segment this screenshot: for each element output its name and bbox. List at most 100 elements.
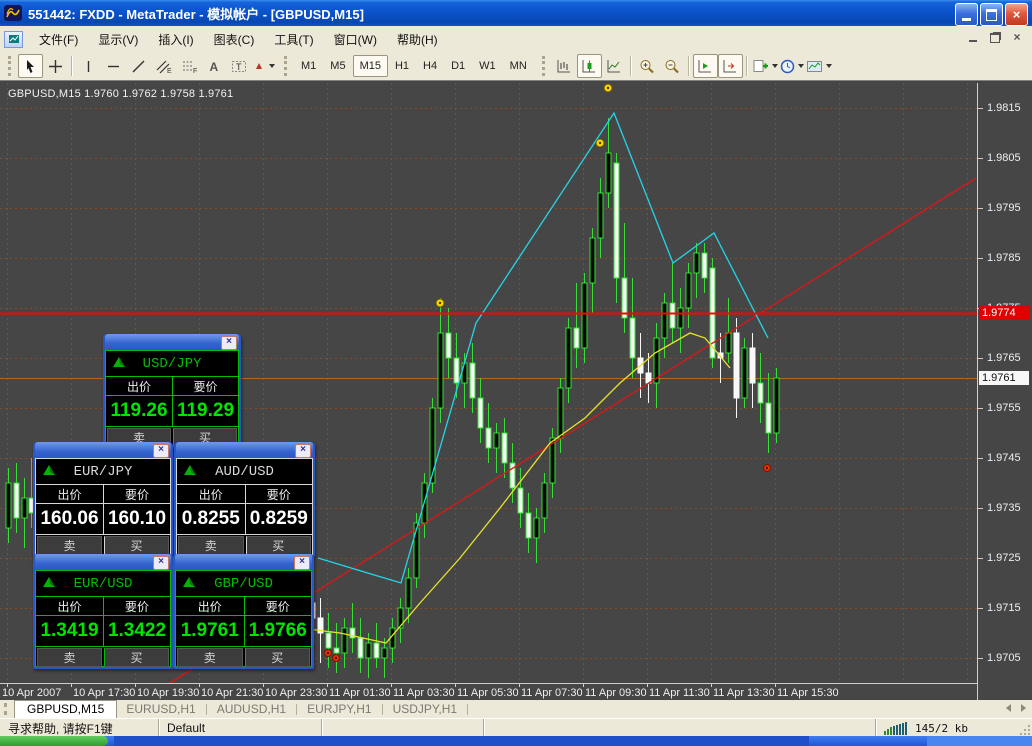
menu-帮助h[interactable]: 帮助(H) — [387, 30, 448, 50]
text-tool-button[interactable]: A — [201, 54, 226, 78]
sell-button[interactable]: 卖 — [37, 536, 102, 555]
timeframe-mn-button[interactable]: MN — [503, 55, 534, 77]
tab-scroll-left-icon[interactable] — [1006, 704, 1011, 712]
timeframe-w1-button[interactable]: W1 — [472, 55, 503, 77]
toolbar-grip[interactable] — [284, 56, 290, 76]
quote-title-bar[interactable]: × — [105, 334, 239, 350]
svg-text:T: T — [236, 62, 242, 72]
vertical-line-tool-button[interactable] — [76, 54, 101, 78]
timeframe-h1-button[interactable]: H1 — [388, 55, 416, 77]
quote-window-gbpusd[interactable]: × GBP/USD 出价 要价 1.9761 1.9766 卖 买 — [173, 554, 314, 669]
menu-显示v[interactable]: 显示(V) — [88, 30, 148, 50]
status-connection: 145/2 kb — [876, 719, 1032, 737]
child-minimize-button[interactable] — [966, 31, 980, 44]
bid-value: 119.26 — [110, 400, 168, 421]
quote-logo-icon — [42, 464, 56, 481]
time-tick-label: 10 Apr 21:30 — [201, 687, 264, 699]
zoom-out-button[interactable] — [660, 54, 685, 78]
menu-窗口w[interactable]: 窗口(W) — [324, 30, 387, 50]
tab-gbpusd-m15[interactable]: GBPUSD,M15 — [14, 700, 118, 718]
quote-logo-icon — [42, 576, 56, 593]
close-button[interactable]: × — [1005, 3, 1028, 26]
equidistant-channel-tool-button[interactable]: E — [151, 54, 176, 78]
status-bar: 寻求帮助, 请按F1键 Default 145/2 kb — [0, 718, 1032, 737]
child-close-button[interactable]: × — [1010, 31, 1024, 44]
buy-button[interactable]: 买 — [104, 536, 169, 555]
quote-window-eurusd[interactable]: × EUR/USD 出价 要价 1.3419 1.3422 卖 买 — [33, 554, 173, 669]
quote-pair-label: USD/JPY — [142, 355, 202, 372]
time-tick-label: 11 Apr 13:30 — [713, 687, 775, 699]
toolbar-grip[interactable] — [8, 56, 14, 76]
tabbar-grip[interactable] — [4, 703, 10, 715]
sell-button[interactable]: 卖 — [37, 648, 102, 667]
quote-title-bar[interactable]: × — [35, 442, 171, 458]
periods-button[interactable] — [779, 54, 805, 78]
toolbar-grip[interactable] — [541, 56, 548, 76]
bid-value: 1.9761 — [180, 620, 239, 641]
timeframe-m1-button[interactable]: M1 — [294, 55, 323, 77]
menu-图表c[interactable]: 图表(C) — [204, 30, 265, 50]
timeframe-m15-button[interactable]: M15 — [352, 55, 388, 77]
quote-title-bar[interactable]: × — [35, 554, 171, 570]
chart-shift-button[interactable] — [717, 54, 743, 78]
candlestick-chart-button[interactable] — [576, 54, 602, 78]
text-label-tool-button[interactable]: T — [226, 54, 251, 78]
arrows-tool-button[interactable] — [251, 54, 276, 78]
trendline-tool-button[interactable] — [126, 54, 151, 78]
time-tick — [647, 684, 648, 687]
price-axis[interactable]: 1.98151.98051.97951.97851.97751.97651.97… — [977, 83, 1032, 701]
buy-button[interactable]: 买 — [245, 536, 311, 555]
quote-window-usdjpy[interactable]: × USD/JPY 出价 要价 119.26 119.29 卖 买 — [103, 334, 241, 449]
tab-usdjpy-h1[interactable]: USDJPY,H1 — [384, 701, 466, 717]
maximize-button[interactable] — [980, 3, 1003, 26]
status-profile[interactable]: Default — [159, 719, 322, 737]
quote-close-icon[interactable]: × — [295, 444, 311, 458]
new-order-button[interactable] — [751, 54, 779, 78]
quote-close-icon[interactable]: × — [153, 556, 169, 570]
cursor-tool-button[interactable] — [18, 54, 43, 78]
line-chart-button[interactable] — [602, 54, 627, 78]
quote-close-icon[interactable]: × — [153, 444, 169, 458]
horizontal-line-tool-button[interactable] — [101, 54, 126, 78]
tab-scroll-right-icon[interactable] — [1021, 704, 1026, 712]
buy-button[interactable]: 买 — [104, 648, 169, 667]
menu-插入i[interactable]: 插入(I) — [148, 30, 203, 50]
app-logo-icon — [4, 5, 22, 21]
quote-window-audusd[interactable]: × AUD/USD 出价 要价 0.8255 0.8259 卖 买 — [174, 442, 315, 557]
indicators-button[interactable] — [805, 54, 833, 78]
timeframe-h4-button[interactable]: H4 — [416, 55, 444, 77]
quote-window-eurjpy[interactable]: × EUR/JPY 出价 要价 160.06 160.10 卖 买 — [33, 442, 173, 557]
time-tick — [199, 684, 200, 687]
sell-button[interactable]: 卖 — [178, 536, 244, 555]
periods-dropdown-caret — [797, 64, 804, 68]
resize-grip[interactable] — [1018, 723, 1032, 737]
timeframe-m5-button[interactable]: M5 — [323, 55, 352, 77]
toolbar: E F A T M1 M5 M15 H1 H4 D1 W1 MN — [0, 52, 1032, 80]
tab-eurusd-h1[interactable]: EURUSD,H1 — [117, 701, 204, 717]
tab-audusd-h1[interactable]: AUDUSD,H1 — [208, 701, 295, 717]
menu-工具t[interactable]: 工具(T) — [264, 30, 323, 50]
start-button[interactable] — [0, 736, 108, 746]
quote-title-bar[interactable]: × — [176, 442, 313, 458]
auto-scroll-button[interactable] — [692, 54, 718, 78]
status-cell-4 — [484, 719, 876, 737]
fibonacci-tool-button[interactable]: F — [176, 54, 201, 78]
sell-button[interactable]: 卖 — [177, 648, 243, 667]
tab-eurjpy-h1[interactable]: EURJPY,H1 — [298, 701, 380, 717]
zoom-in-button[interactable] — [635, 54, 660, 78]
child-restore-button[interactable] — [988, 31, 1002, 44]
timeframe-d1-button[interactable]: D1 — [444, 55, 472, 77]
crosshair-tool-button[interactable] — [43, 54, 68, 78]
new-order-dropdown-caret — [771, 64, 778, 68]
buy-button[interactable]: 买 — [244, 648, 310, 667]
taskbar-task-button[interactable] — [114, 736, 809, 746]
quote-close-icon[interactable]: × — [294, 556, 310, 570]
menu-文件f[interactable]: 文件(F) — [29, 30, 88, 50]
bar-chart-button[interactable] — [552, 54, 577, 78]
minimize-button[interactable] — [955, 3, 978, 26]
price-tick-label: 1.9715 — [978, 602, 1021, 614]
quote-logo-icon — [183, 464, 197, 481]
quote-title-bar[interactable]: × — [175, 554, 312, 570]
quote-close-icon[interactable]: × — [221, 336, 237, 350]
chart-window-icon[interactable] — [4, 30, 23, 48]
